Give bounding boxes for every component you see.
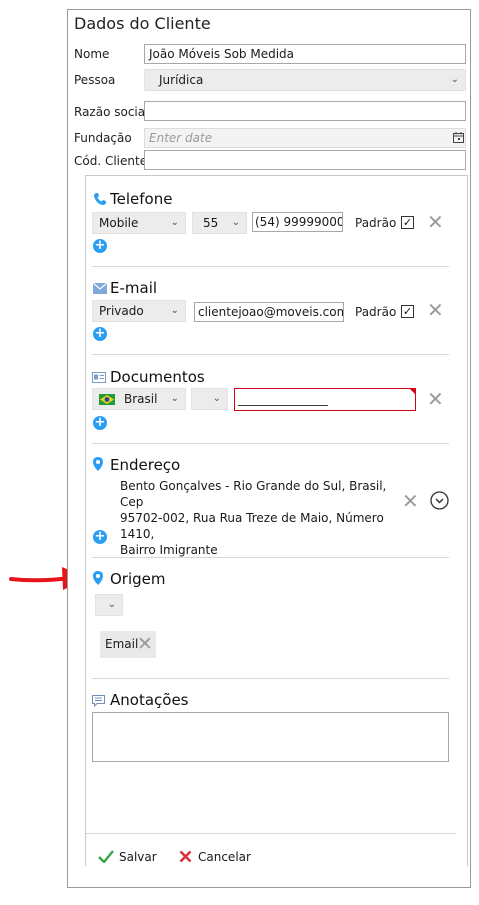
add-endereco-icon[interactable]: + [93, 530, 107, 544]
endereco-title: Endereço [110, 456, 181, 474]
cancel-button-label: Cancelar [198, 850, 251, 864]
documento-country-select[interactable]: Brasil ⌄ [92, 388, 186, 410]
envelope-icon [93, 283, 107, 294]
endereco-line: 95702-002, Rua Rua Treze de Maio, Número… [120, 511, 384, 541]
anotacoes-title: Anotações [110, 691, 189, 709]
telefone-ddi-value: 55 [203, 216, 219, 230]
pessoa-label: Pessoa [74, 73, 116, 87]
add-email-icon[interactable]: + [93, 327, 107, 341]
fundacao-label: Fundação [74, 131, 132, 145]
nome-label: Nome [74, 47, 110, 61]
documentos-title: Documentos [110, 368, 205, 386]
email-title: E-mail [110, 279, 158, 297]
endereco-line: Bento Gonçalves - Rio Grande do Sul, Bra… [120, 479, 387, 509]
separator [92, 354, 449, 355]
documento-type-select[interactable]: ⌄ [191, 388, 228, 410]
endereco-text: Bento Gonçalves - Rio Grande do Sul, Bra… [120, 478, 400, 558]
telefone-ddi-select[interactable]: 55 ⌄ [192, 212, 247, 234]
documento-country-value: Brasil [124, 392, 158, 406]
chevron-down-icon: ⌄ [170, 217, 179, 228]
email-padrao-checkbox[interactable]: ✓ [401, 305, 414, 318]
origem-tag: Email ✕ [100, 631, 156, 658]
error-indicator-icon [409, 388, 416, 395]
documento-number-input[interactable]: _______________ [234, 388, 416, 411]
telefone-number-input[interactable]: (54) 999990000 [252, 212, 343, 232]
origem-tag-label: Email [105, 637, 139, 651]
chevron-down-icon: ⌄ [450, 74, 459, 85]
separator [92, 557, 449, 558]
telefone-padrao-label: Padrão [355, 216, 397, 230]
map-pin-icon [93, 571, 103, 585]
save-button-label: Salvar [119, 850, 157, 864]
cod-cliente-input[interactable] [144, 150, 466, 170]
documento-remove-icon[interactable]: ✕ [427, 389, 444, 409]
separator [92, 678, 449, 679]
comment-icon [92, 695, 105, 707]
email-type-select[interactable]: Privado ⌄ [92, 300, 186, 322]
form-title: Dados do Cliente [74, 14, 211, 33]
telefone-type-select[interactable]: Mobile ⌄ [92, 212, 186, 234]
expand-circle-icon[interactable] [430, 491, 449, 510]
fundacao-placeholder: Enter date [149, 131, 213, 145]
cod-cliente-label: Cód. Cliente [74, 154, 148, 168]
origem-tag-remove-icon[interactable]: ✕ [137, 633, 153, 655]
id-card-icon [92, 372, 106, 383]
telefone-padrao-checkbox[interactable]: ✓ [401, 216, 414, 229]
razao-label: Razão social [74, 105, 149, 119]
email-padrao-label: Padrão [355, 305, 397, 319]
add-documento-icon[interactable]: + [93, 416, 107, 430]
chevron-down-icon: ⌄ [212, 393, 221, 404]
endereco-line: Bairro Imigrante [120, 543, 218, 557]
documento-mask: _______________ [238, 392, 328, 406]
calendar-icon[interactable] [453, 132, 464, 143]
chevron-down-icon: ⌄ [231, 217, 240, 228]
separator [92, 443, 449, 444]
chevron-down-icon: ⌄ [170, 393, 179, 404]
pessoa-select[interactable]: Jurídica ⌄ [144, 69, 466, 91]
anotacoes-textarea[interactable] [92, 712, 449, 762]
phone-icon [94, 193, 106, 205]
separator [92, 266, 449, 267]
razao-social-input[interactable] [144, 101, 466, 121]
chevron-down-icon: ⌄ [170, 305, 179, 316]
telefone-remove-icon[interactable]: ✕ [427, 212, 444, 232]
origem-select[interactable]: ⌄ [95, 594, 123, 616]
chevron-down-icon: ⌄ [107, 599, 116, 610]
origem-title: Origem [110, 570, 166, 588]
endereco-remove-icon[interactable]: ✕ [402, 491, 419, 511]
email-type-value: Privado [99, 304, 144, 318]
nome-input[interactable]: João Móveis Sob Medida [144, 44, 466, 64]
telefone-type-value: Mobile [99, 216, 139, 230]
email-remove-icon[interactable]: ✕ [427, 300, 444, 320]
add-telefone-icon[interactable]: + [93, 239, 107, 253]
fundacao-date-input[interactable]: Enter date [144, 128, 466, 148]
footer-separator [86, 833, 456, 834]
pessoa-select-value: Jurídica [159, 73, 204, 87]
map-pin-icon [93, 457, 103, 471]
telefone-title: Telefone [110, 190, 173, 208]
brazil-flag-icon [99, 394, 115, 405]
checkmark-icon [98, 850, 114, 863]
email-address-input[interactable]: clientejoao@moveis.com [194, 302, 344, 322]
cancel-x-icon [179, 850, 192, 863]
